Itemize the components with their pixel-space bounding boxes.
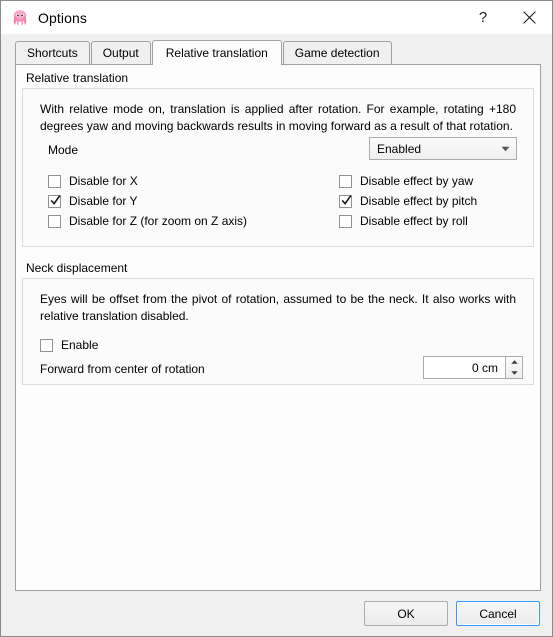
group-relative-translation: Relative translation With relative mode … — [22, 71, 534, 247]
mode-combobox-value: Enabled — [377, 141, 422, 156]
tab-relative-translation[interactable]: Relative translation — [151, 40, 282, 65]
check-icon — [50, 194, 61, 205]
checkbox-box — [48, 214, 61, 228]
title-bar: Options ? — [1, 1, 552, 34]
checkbox-box — [48, 174, 61, 188]
tab-bar: Shortcuts Output Relative translation Ga… — [1, 39, 552, 65]
checkbox-label: Disable effect by pitch — [360, 194, 478, 208]
checkbox-disable-for-x[interactable]: Disable for X — [48, 173, 138, 189]
checkbox-label: Disable for X — [69, 174, 138, 188]
spinner-down-icon[interactable] — [506, 368, 522, 379]
checkbox-label: Disable for Z (for zoom on Z axis) — [69, 214, 248, 228]
group-title: Neck displacement — [26, 261, 128, 275]
tab-label: Game detection — [294, 46, 380, 60]
ok-button[interactable]: OK — [364, 601, 448, 626]
checkbox-label: Disable effect by roll — [360, 214, 468, 228]
checkbox-label: Disable for Y — [69, 194, 138, 208]
dialog-footer: OK Cancel — [1, 591, 552, 636]
spinner-up-icon[interactable] — [506, 357, 522, 368]
checkbox-disable-effect-by-yaw[interactable]: Disable effect by yaw — [339, 173, 473, 189]
forward-from-center-label: Forward from center of rotation — [40, 362, 205, 376]
spinner-buttons — [506, 356, 523, 379]
chevron-down-icon — [494, 146, 516, 152]
window-title: Options — [38, 9, 87, 26]
checkbox-box — [339, 214, 352, 228]
neck-displacement-description: Eyes will be offset from the pivot of ro… — [40, 292, 516, 323]
help-button[interactable]: ? — [460, 1, 506, 34]
checkbox-box — [40, 338, 53, 352]
tab-label: Output — [102, 46, 139, 60]
cancel-button[interactable]: Cancel — [456, 601, 540, 626]
close-icon — [522, 11, 536, 24]
help-icon: ? — [478, 9, 488, 26]
tab-shortcuts[interactable]: Shortcuts — [15, 41, 90, 64]
check-icon — [341, 194, 352, 205]
titlebar-buttons: ? — [460, 1, 552, 34]
cancel-button-label: Cancel — [479, 606, 517, 621]
checkbox-label: Enable — [61, 338, 99, 352]
checkbox-disable-for-y[interactable]: Disable for Y — [48, 193, 137, 209]
mode-label: Mode — [48, 143, 79, 157]
forward-distance-value[interactable]: 0 cm — [423, 356, 506, 379]
checkbox-disable-for-z[interactable]: Disable for Z (for zoom on Z axis) — [48, 213, 247, 229]
tab-label: Relative translation — [165, 46, 268, 60]
group-title: Relative translation — [26, 71, 129, 85]
forward-distance-spinner[interactable]: 0 cm — [423, 356, 523, 379]
tab-label: Shortcuts — [27, 46, 78, 60]
tab-panel-relative-translation: Relative translation With relative mode … — [15, 64, 541, 591]
tab-game-detection[interactable]: Game detection — [282, 41, 392, 64]
tab-output[interactable]: Output — [90, 41, 151, 64]
options-dialog: Options ? Shortcuts Output Relative tran… — [0, 0, 553, 637]
checkbox-box — [339, 174, 352, 188]
close-button[interactable] — [506, 1, 552, 34]
mode-combobox[interactable]: Enabled — [369, 137, 517, 160]
checkbox-label: Disable effect by yaw — [360, 174, 474, 188]
ok-button-label: OK — [397, 606, 415, 621]
checkbox-enable-neck-displacement[interactable]: Enable — [40, 337, 98, 353]
relative-translation-description: With relative mode on, translation is ap… — [40, 102, 516, 133]
checkbox-disable-effect-by-roll[interactable]: Disable effect by roll — [339, 213, 468, 229]
checkbox-disable-effect-by-pitch[interactable]: Disable effect by pitch — [339, 193, 477, 209]
octopus-icon — [13, 9, 27, 26]
group-neck-displacement: Neck displacement Eyes will be offset fr… — [22, 261, 534, 385]
checkbox-box — [48, 194, 61, 208]
checkbox-box — [339, 194, 352, 208]
